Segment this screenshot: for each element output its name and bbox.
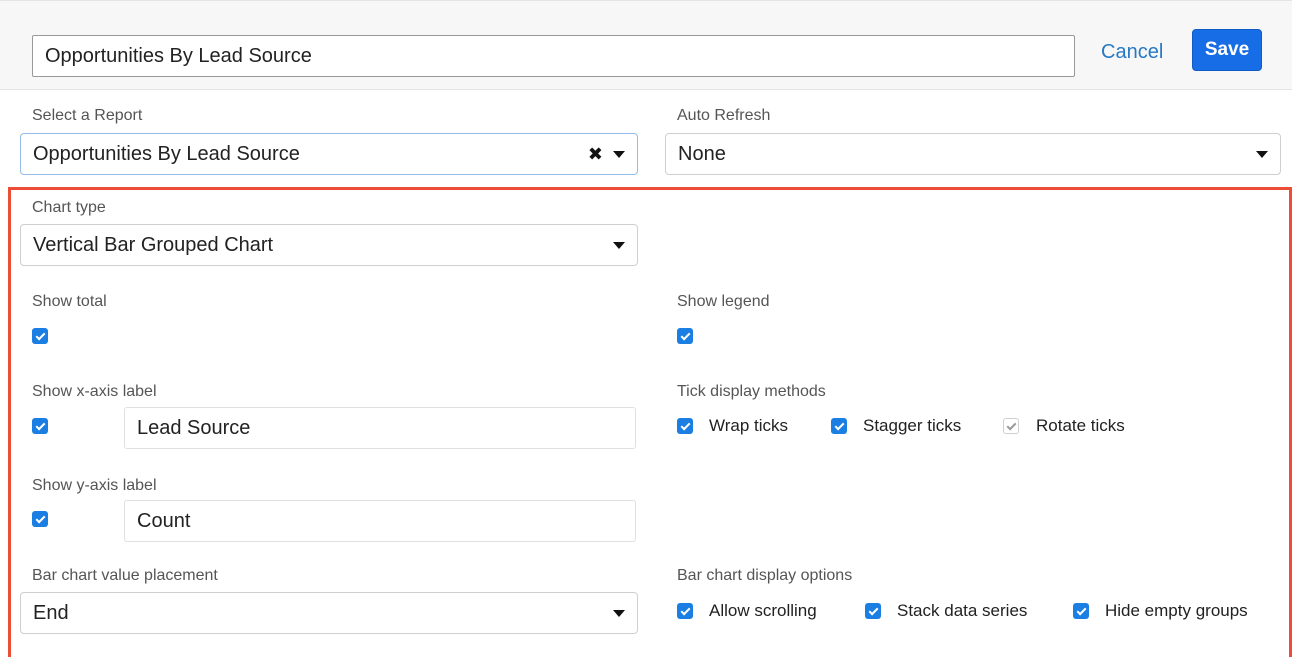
- checkmark-icon: [1076, 605, 1086, 615]
- stack-data-series-checkbox[interactable]: [865, 603, 881, 619]
- show-total-label: Show total: [32, 293, 107, 310]
- auto-refresh-value: None: [678, 142, 726, 165]
- hide-empty-groups-checkbox[interactable]: [1073, 603, 1089, 619]
- show-y-axis-checkbox[interactable]: [32, 511, 48, 527]
- checkmark-icon: [868, 605, 878, 615]
- chevron-down-icon: [613, 609, 625, 617]
- chevron-down-icon: [613, 241, 625, 249]
- value-placement-value: End: [33, 601, 69, 624]
- value-placement-dropdown[interactable]: End: [20, 592, 638, 634]
- checkmark-icon: [680, 330, 690, 340]
- select-report-label: Select a Report: [32, 107, 143, 124]
- bar-display-label: Bar chart display options: [677, 567, 853, 584]
- auto-refresh-dropdown[interactable]: None: [665, 133, 1281, 175]
- select-report-dropdown[interactable]: Opportunities By Lead Source ✖: [20, 133, 638, 175]
- hide-empty-groups-label: Hide empty groups: [1105, 601, 1248, 620]
- stack-data-series-label: Stack data series: [897, 601, 1028, 620]
- stagger-ticks-label: Stagger ticks: [863, 416, 962, 435]
- rotate-ticks-checkbox: [1003, 418, 1019, 434]
- checkmark-icon: [35, 513, 45, 523]
- select-report-value: Opportunities By Lead Source: [33, 142, 300, 165]
- chart-type-dropdown[interactable]: Vertical Bar Grouped Chart: [20, 224, 638, 266]
- clear-icon[interactable]: ✖: [588, 145, 603, 163]
- header-bar: Cancel Save: [0, 0, 1292, 90]
- x-axis-label-input[interactable]: [124, 407, 636, 449]
- save-button[interactable]: Save: [1192, 29, 1262, 71]
- show-total-checkbox[interactable]: [32, 328, 48, 344]
- show-x-axis-checkbox[interactable]: [32, 418, 48, 434]
- allow-scrolling-label: Allow scrolling: [709, 601, 817, 620]
- show-legend-checkbox[interactable]: [677, 328, 693, 344]
- tick-display-label: Tick display methods: [677, 383, 826, 400]
- checkmark-icon: [35, 330, 45, 340]
- show-y-axis-label: Show y-axis label: [32, 477, 157, 494]
- rotate-ticks-label: Rotate ticks: [1036, 416, 1125, 435]
- auto-refresh-label: Auto Refresh: [677, 107, 771, 124]
- checkmark-icon: [1006, 420, 1016, 430]
- wrap-ticks-label: Wrap ticks: [709, 416, 789, 435]
- wrap-ticks-checkbox[interactable]: [677, 418, 693, 434]
- value-placement-label: Bar chart value placement: [32, 567, 218, 584]
- chart-type-label: Chart type: [32, 199, 106, 216]
- chevron-down-icon: [1256, 150, 1268, 158]
- show-x-axis-label: Show x-axis label: [32, 383, 157, 400]
- show-legend-label: Show legend: [677, 293, 770, 310]
- cancel-button[interactable]: Cancel: [1101, 37, 1163, 67]
- checkmark-icon: [680, 420, 690, 430]
- chevron-down-icon: [613, 150, 625, 158]
- allow-scrolling-checkbox[interactable]: [677, 603, 693, 619]
- y-axis-label-input[interactable]: [124, 500, 636, 542]
- checkmark-icon: [834, 420, 844, 430]
- checkmark-icon: [680, 605, 690, 615]
- dashlet-title-input[interactable]: [32, 35, 1075, 77]
- chart-type-value: Vertical Bar Grouped Chart: [33, 233, 274, 256]
- stagger-ticks-checkbox[interactable]: [831, 418, 847, 434]
- checkmark-icon: [35, 420, 45, 430]
